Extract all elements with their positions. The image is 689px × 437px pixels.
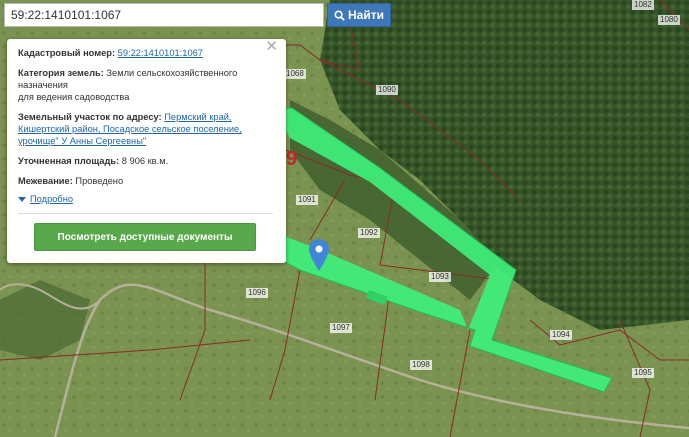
land-use-value: для ведения садоводства — [18, 92, 130, 102]
search-button-label: Найти — [348, 8, 384, 22]
parcel-label-1098[interactable]: 1098 — [410, 360, 432, 370]
address-label: Земельный участок по адресу: — [18, 112, 162, 122]
search-input[interactable] — [5, 4, 323, 26]
land-category-label: Категория земель: — [18, 68, 104, 78]
cadastral-number-link[interactable]: 59:22:1410101:1067 — [118, 48, 203, 58]
parcel-label-1095[interactable]: 1095 — [632, 368, 654, 378]
parcel-label-1096[interactable]: 1096 — [246, 288, 268, 298]
search-bar — [4, 3, 324, 27]
location-pin-icon[interactable] — [309, 239, 329, 271]
triangle-down-icon — [18, 196, 26, 202]
parcel-info-popup: ✕ Кадастровый номер: 59:22:1410101:1067 … — [7, 39, 286, 263]
area-value: 8 906 кв.м. — [121, 156, 169, 166]
parcel-label-1090[interactable]: 1090 — [376, 85, 398, 95]
parcel-label-1082[interactable]: 1082 — [632, 0, 654, 10]
quarter-number-label: 9 — [286, 148, 297, 170]
search-icon — [334, 9, 345, 21]
search-button[interactable]: Найти — [327, 3, 391, 27]
parcel-label-1093[interactable]: 1093 — [429, 272, 451, 282]
cadastral-number-label: Кадастровый номер: — [18, 48, 116, 58]
divider — [18, 213, 273, 214]
parcel-label-1092[interactable]: 1092 — [358, 228, 380, 238]
cadastral-number-row: Кадастровый номер: 59:22:1410101:1067 — [18, 47, 276, 59]
parcel-label-1097[interactable]: 1097 — [330, 323, 352, 333]
survey-row: Межевание: Проведено — [18, 175, 276, 187]
parcel-label-1091[interactable]: 1091 — [296, 195, 318, 205]
parcel-label-1068[interactable]: 1068 — [284, 69, 306, 79]
details-toggle[interactable]: Подробно — [18, 193, 276, 205]
parcel-label-1094[interactable]: 1094 — [550, 330, 572, 340]
parcel-label-1080[interactable]: 1080 — [658, 15, 680, 25]
view-documents-button[interactable]: Посмотреть доступные документы — [34, 223, 256, 251]
close-icon[interactable]: ✕ — [265, 39, 278, 54]
survey-label: Межевание: — [18, 176, 73, 186]
land-category-row: Категория земель: Земли сельскохозяйстве… — [18, 67, 276, 103]
details-link[interactable]: Подробно — [30, 193, 73, 205]
address-row: Земельный участок по адресу: Пермский кр… — [18, 111, 276, 147]
survey-value: Проведено — [75, 176, 124, 186]
area-row: Уточненная площадь: 8 906 кв.м. — [18, 155, 276, 167]
area-label: Уточненная площадь: — [18, 156, 120, 166]
